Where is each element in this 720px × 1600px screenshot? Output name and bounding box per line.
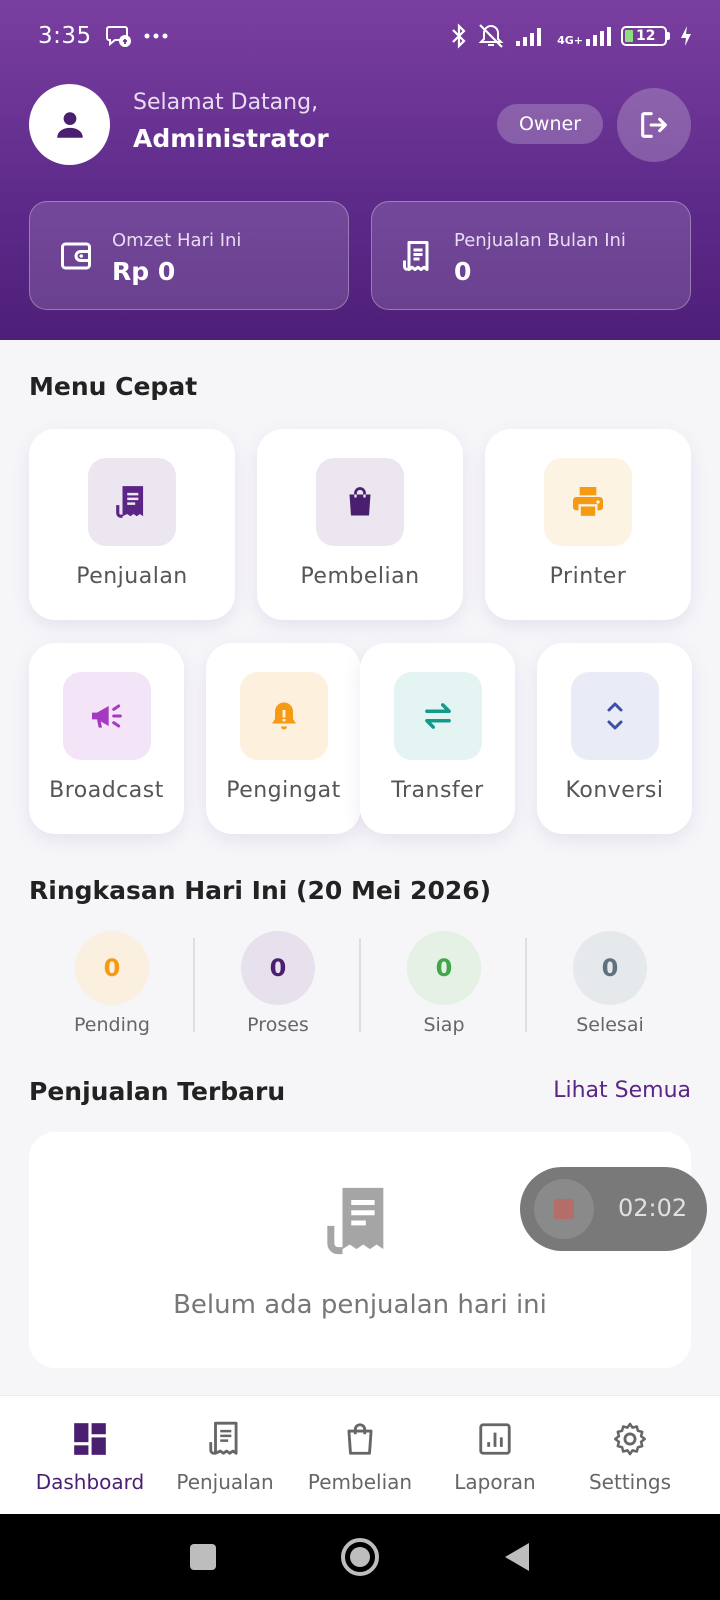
system-nav-bar [0,1514,720,1600]
stop-recording-button[interactable] [534,1179,594,1239]
nav-settings[interactable]: Settings [558,1396,702,1515]
quick-menu-transfer[interactable]: Transfer [360,643,515,834]
stat-label: Penjualan Bulan Ini [454,230,626,251]
quick-menu-pengingat[interactable]: Pengingat [206,643,361,834]
network-type: 4G+ [557,34,583,47]
battery-indicator: 12 [621,26,670,46]
bell-icon [271,702,296,730]
quick-menu-label: Transfer [391,778,484,803]
summary-value: 0 [241,931,315,1005]
role-badge: Owner [497,104,603,144]
quick-menu-broadcast[interactable]: Broadcast [29,643,184,834]
quick-menu-label: Konversi [565,778,664,803]
quick-menu-penjualan[interactable]: Penjualan [29,429,235,620]
stop-icon [554,1199,574,1219]
summary-label: Selesai [576,1014,644,1036]
nav-laporan[interactable]: Laporan [423,1396,567,1515]
back-icon[interactable] [503,1541,531,1573]
quick-menu-label: Pengingat [226,778,341,803]
summary-value: 0 [573,931,647,1005]
summary-title: Ringkasan Hari Ini (20 Mei 2026) [29,876,492,905]
stat-value: Rp 0 [112,257,176,286]
screen-recording-overlay[interactable]: 02:02 [520,1167,707,1251]
quick-menu-title: Menu Cepat [29,372,198,401]
chart-icon [479,1423,511,1455]
stat-card-penjualan-bulan: Penjualan Bulan Ini 0 [371,201,691,310]
avatar[interactable] [29,84,110,165]
receipt-icon [403,241,429,271]
bottom-nav: Dashboard Penjualan Pembelian Laporan Se… [0,1395,720,1514]
dashboard-icon [74,1423,106,1455]
more-dots-icon [144,33,168,39]
gear-icon [614,1422,646,1456]
nav-dashboard[interactable]: Dashboard [18,1396,162,1515]
status-bar: 3:35 4G+ 12 [38,20,692,52]
quick-menu-printer[interactable]: Printer [485,429,691,620]
wallet-icon [61,242,91,270]
quick-menu-konversi[interactable]: Konversi [537,643,692,834]
bluetooth-icon [452,23,466,49]
messenger-icon [105,26,131,47]
receipt-icon [209,1421,238,1455]
megaphone-icon [91,704,122,728]
summary-row: 0 Pending 0 Proses 0 Siap 0 Selesai [29,930,691,1040]
summary-label: Proses [247,1014,309,1036]
quick-menu-pembelian[interactable]: Pembelian [257,429,463,620]
summary-pending[interactable]: 0 Pending [29,930,195,1040]
printer-icon [573,487,603,519]
home-button[interactable] [341,1538,379,1576]
transfer-icon [424,703,451,729]
summary-proses[interactable]: 0 Proses [195,930,361,1040]
stat-value: 0 [454,257,472,286]
charging-icon [681,26,691,46]
welcome-text: Selamat Datang, [133,90,319,115]
username: Administrator [133,124,329,153]
summary-label: Pending [74,1014,150,1036]
nav-penjualan[interactable]: Penjualan [153,1396,297,1515]
status-time: 3:35 [38,23,92,49]
summary-selesai[interactable]: 0 Selesai [527,930,693,1040]
quick-menu-label: Pembelian [300,564,420,589]
nav-label: Dashboard [35,1470,145,1494]
quick-menu-label: Broadcast [49,778,164,803]
summary-value: 0 [75,931,149,1005]
stat-label: Omzet Hari Ini [112,230,242,251]
signal-icon [586,27,611,46]
stat-card-omzet: Omzet Hari Ini Rp 0 [29,201,349,310]
recording-time: 02:02 [618,1194,688,1222]
summary-value: 0 [407,931,481,1005]
summary-siap[interactable]: 0 Siap [361,930,527,1040]
receipt-icon [327,1187,384,1255]
signal-icon [516,28,542,46]
nav-label: Pembelian [307,1470,413,1494]
nav-label: Laporan [454,1470,536,1494]
header: 3:35 4G+ 12 Selamat Datang, Administrato… [0,0,720,340]
empty-state-text: Belum ada penjualan hari ini [173,1290,547,1320]
shopping-bag-icon [349,487,371,516]
battery-level: 12 [636,28,656,44]
muted-bell-icon [478,24,504,48]
logout-button[interactable] [617,88,691,162]
quick-menu-label: Penjualan [76,564,188,589]
recent-sales-title: Penjualan Terbaru [29,1077,286,1106]
recents-button[interactable] [190,1544,216,1570]
nav-label: Settings [588,1470,672,1494]
summary-label: Siap [423,1014,465,1036]
logout-icon [641,112,667,138]
see-all-link[interactable]: Lihat Semua [553,1078,691,1103]
nav-pembelian[interactable]: Pembelian [288,1396,432,1515]
nav-label: Penjualan [176,1470,274,1494]
unfold-icon [607,702,622,730]
shopping-bag-icon [347,1423,373,1455]
quick-menu-label: Printer [549,564,627,589]
person-icon [56,111,83,138]
receipt-icon [116,486,144,518]
